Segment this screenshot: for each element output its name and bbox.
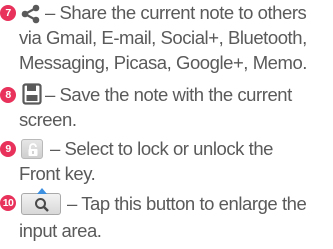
item-text-line: – Share the current note to others	[45, 2, 307, 23]
item-text-line: – Select to lock or unlock the	[50, 138, 274, 159]
list-item-lock: 9 – Select to lock or unlock the Front k…	[0, 135, 333, 185]
enlarge-icon	[21, 188, 61, 215]
item-number-badge: 8	[0, 87, 16, 103]
item-text-line: – Tap this button to enlarge the	[67, 193, 307, 214]
share-icon	[21, 4, 41, 24]
item-text-line: screen.	[19, 109, 77, 130]
item-text-line: – Save the note with the current	[45, 84, 292, 105]
item-text-line: Front key.	[19, 163, 96, 184]
list-item-enlarge: 10 – Tap this button to enlarge the inpu…	[0, 188, 333, 248]
item-text-line: via Gmail, E-mail, Social+, Bluetooth,	[19, 27, 307, 48]
item-number-badge: 10	[0, 195, 16, 211]
item-text-line: Messaging, Picasa, Google+, Memo.	[19, 52, 307, 73]
item-number-badge: 7	[0, 5, 16, 21]
item-text-line: input area.	[19, 220, 102, 241]
arrow-up-icon	[37, 188, 47, 194]
lock-icon	[21, 139, 43, 159]
item-number-badge: 9	[0, 141, 16, 157]
save-icon	[22, 83, 42, 105]
list-item-save: 8 – Save the note with the current scree…	[0, 80, 333, 130]
list-item-share: 7 – Share the current note to others via…	[0, 0, 333, 82]
manual-page: 7 – Share the current note to others via…	[0, 0, 333, 249]
